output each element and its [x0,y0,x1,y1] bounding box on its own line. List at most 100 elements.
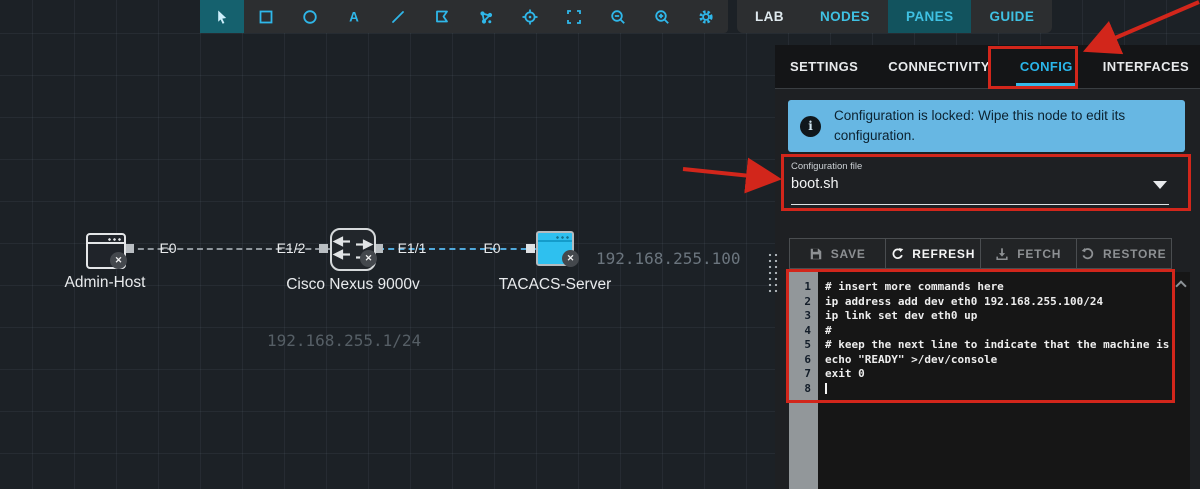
node-label-admin-host: Admin-Host [64,274,146,291]
tab-config[interactable]: CONFIG [1015,45,1077,89]
editor-vertical-scrollbar [1172,272,1190,489]
node-detail-panel: SETTINGS CONNECTIVITY CONFIG INTERFACES … [775,45,1200,489]
refresh-icon [892,247,904,259]
interface-label: E0 [483,240,501,256]
info-icon: i [800,115,821,137]
text-cursor [825,383,827,394]
menu-tab-guide[interactable]: GUIDE [971,0,1052,33]
annotation-arrow-config-file [682,157,782,194]
disconnect-badge[interactable]: ✕ [360,250,377,267]
ellipse-icon [303,9,317,24]
disconnect-badge[interactable]: ✕ [110,252,127,269]
code-line [825,382,1172,397]
code-line: exit 0 [825,367,865,380]
rectangle-tool[interactable] [244,0,288,33]
line-number: 3 [804,309,811,322]
line-number: 6 [804,352,811,366]
text-tool[interactable]: A [332,0,376,33]
save-icon [810,248,821,259]
polygon-icon [436,10,448,22]
gear-icon [699,9,713,24]
config-action-bar: SAVE REFRESH FETCH RESTORE [789,238,1172,269]
code-line: # [825,323,832,337]
banner-text: Configuration is locked: Wipe this node … [834,108,1126,143]
fit-view-icon [567,9,581,24]
ip-annotation: 192.168.255.100 [596,249,741,268]
scroll-down-icon[interactable] [1175,485,1187,489]
configuration-file-value: boot.sh [791,176,839,192]
editor-code-area[interactable]: # insert more commands here ip address ad… [818,272,1172,489]
restore-icon [1081,247,1094,259]
select-underline [791,203,1169,205]
line-icon [392,10,404,23]
annotation-arrow-config-tab [1082,0,1200,55]
code-line: ip link set dev eth0 up [825,309,978,322]
fetch-button[interactable]: FETCH [981,239,1077,268]
zoom-out-icon [611,9,625,24]
zoom-in-tool[interactable] [640,0,684,33]
config-editor: 12345678 # insert more commands here ip a… [789,272,1190,489]
chevron-down-icon [1153,181,1167,189]
fit-view-tool[interactable] [552,0,596,33]
editor-line-numbers: 12345678 [789,272,818,489]
close-icon: ✕ [566,253,575,263]
refresh-label: REFRESH [912,246,976,261]
line-number: 1 [804,280,811,293]
restore-button[interactable]: RESTORE [1077,239,1172,268]
line-number: 7 [804,367,811,380]
annotation-toolbar: A [200,0,728,33]
panel-resize-grip[interactable] [767,252,779,294]
code-line: # keep the next line to indicate that th… [825,338,1170,351]
zoom-in-icon [655,9,669,24]
restore-label: RESTORE [1103,246,1167,261]
disconnect-badge[interactable]: ✕ [562,250,579,267]
rectangle-icon [259,10,273,23]
titlebar-dots-icon [107,238,121,241]
zoom-out-tool[interactable] [596,0,640,33]
window-titlebar [538,233,572,242]
line-number: 2 [804,294,811,308]
tab-interfaces[interactable]: INTERFACES [1103,45,1189,89]
close-icon: ✕ [364,253,373,263]
titlebar-dots-icon [555,236,569,239]
line-number: 5 [804,338,811,351]
line-number: 4 [804,323,811,337]
crosshair-icon [522,9,538,24]
close-icon: ✕ [114,255,123,265]
config-locked-banner: i Configuration is locked: Wipe this nod… [788,100,1185,152]
configuration-file-select[interactable]: Configuration file boot.sh [791,161,1169,205]
interface-label: E0 [159,240,177,256]
tab-connectivity[interactable]: CONNECTIVITY [888,45,990,89]
node-label-nexus: Cisco Nexus 9000v [286,276,420,293]
menu-tab-lab[interactable]: LAB [737,0,802,33]
tab-settings[interactable]: SETTINGS [790,45,858,89]
polygon-tool[interactable] [420,0,464,33]
download-icon [996,247,1008,260]
menu-tab-nodes[interactable]: NODES [802,0,888,33]
save-button[interactable]: SAVE [790,239,886,268]
code-line: echo "READY" >/dev/console [825,352,998,366]
link-endpoint [125,244,134,253]
configuration-file-label: Configuration file [791,161,863,172]
code-line: # insert more commands here [825,280,1004,293]
ellipse-tool[interactable] [288,0,332,33]
settings-tool[interactable] [684,0,728,33]
window-titlebar [88,235,124,244]
fetch-label: FETCH [1017,246,1062,261]
line-number: 8 [804,381,811,395]
svg-text:A: A [349,9,359,24]
scroll-up-icon[interactable] [1175,280,1187,292]
crosshair-tool[interactable] [508,0,552,33]
code-line: ip address add dev eth0 192.168.255.100/… [825,294,1104,308]
refresh-button[interactable]: REFRESH [886,239,981,268]
select-tool[interactable] [200,0,244,33]
line-tool[interactable] [376,0,420,33]
menu-tab-panes[interactable]: PANES [887,0,972,33]
text-icon: A [349,9,359,24]
add-node-icon [480,10,493,24]
add-node-tool[interactable] [464,0,508,33]
interface-label: E1/1 [397,240,427,256]
panel-tab-bar: SETTINGS CONNECTIVITY CONFIG INTERFACES [775,45,1200,89]
interface-label: E1/2 [276,240,306,256]
cml-workbench: A LAB NODES PANES GUIDE E0 E1/2 E1/1 E0 … [0,0,1200,489]
